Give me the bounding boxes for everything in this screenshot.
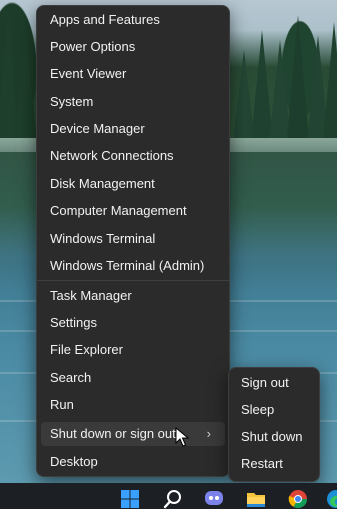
search-icon[interactable]	[163, 489, 183, 509]
teams-chat-icon[interactable]	[204, 489, 224, 509]
file-explorer-icon[interactable]	[246, 489, 266, 509]
menu-item-windows-terminal[interactable]: Windows Terminal	[41, 227, 225, 251]
menu-item-disk-management[interactable]: Disk Management	[41, 172, 225, 196]
menu-separator	[37, 280, 229, 281]
taskbar	[0, 483, 337, 509]
windows-start-icon[interactable]	[120, 489, 140, 509]
menu-item-windows-terminal-admin[interactable]: Windows Terminal (Admin)	[41, 254, 225, 278]
menu-item-file-explorer[interactable]: File Explorer	[41, 338, 225, 362]
chevron-right-icon: ›	[206, 426, 211, 441]
submenu-item-shut-down[interactable]: Shut down	[232, 425, 316, 449]
menu-item-power-options[interactable]: Power Options	[41, 35, 225, 59]
menu-item-shut-down-or-sign-out[interactable]: Shut down or sign out ›	[41, 422, 225, 446]
menu-item-device-manager[interactable]: Device Manager	[41, 117, 225, 141]
menu-item-search[interactable]: Search	[41, 366, 225, 390]
chrome-icon[interactable]	[288, 489, 308, 509]
menu-item-computer-management[interactable]: Computer Management	[41, 199, 225, 223]
mouse-cursor-icon	[175, 427, 189, 447]
menu-item-network-connections[interactable]: Network Connections	[41, 144, 225, 168]
menu-item-event-viewer[interactable]: Event Viewer	[41, 62, 225, 86]
menu-item-run[interactable]: Run	[41, 393, 225, 417]
menu-item-settings[interactable]: Settings	[41, 311, 225, 335]
submenu-item-sign-out[interactable]: Sign out	[232, 371, 316, 395]
shutdown-submenu: Sign out Sleep Shut down Restart	[228, 367, 320, 482]
winx-context-menu: Apps and Features Power Options Event Vi…	[36, 5, 230, 477]
menu-item-shut-down-label: Shut down or sign out	[50, 426, 176, 441]
submenu-item-restart[interactable]: Restart	[232, 452, 316, 476]
menu-item-system[interactable]: System	[41, 90, 225, 114]
menu-item-task-manager[interactable]: Task Manager	[41, 284, 225, 308]
submenu-item-sleep[interactable]: Sleep	[232, 398, 316, 422]
menu-item-desktop[interactable]: Desktop	[41, 450, 225, 474]
edge-icon[interactable]	[326, 489, 337, 509]
menu-item-apps-and-features[interactable]: Apps and Features	[41, 8, 225, 32]
